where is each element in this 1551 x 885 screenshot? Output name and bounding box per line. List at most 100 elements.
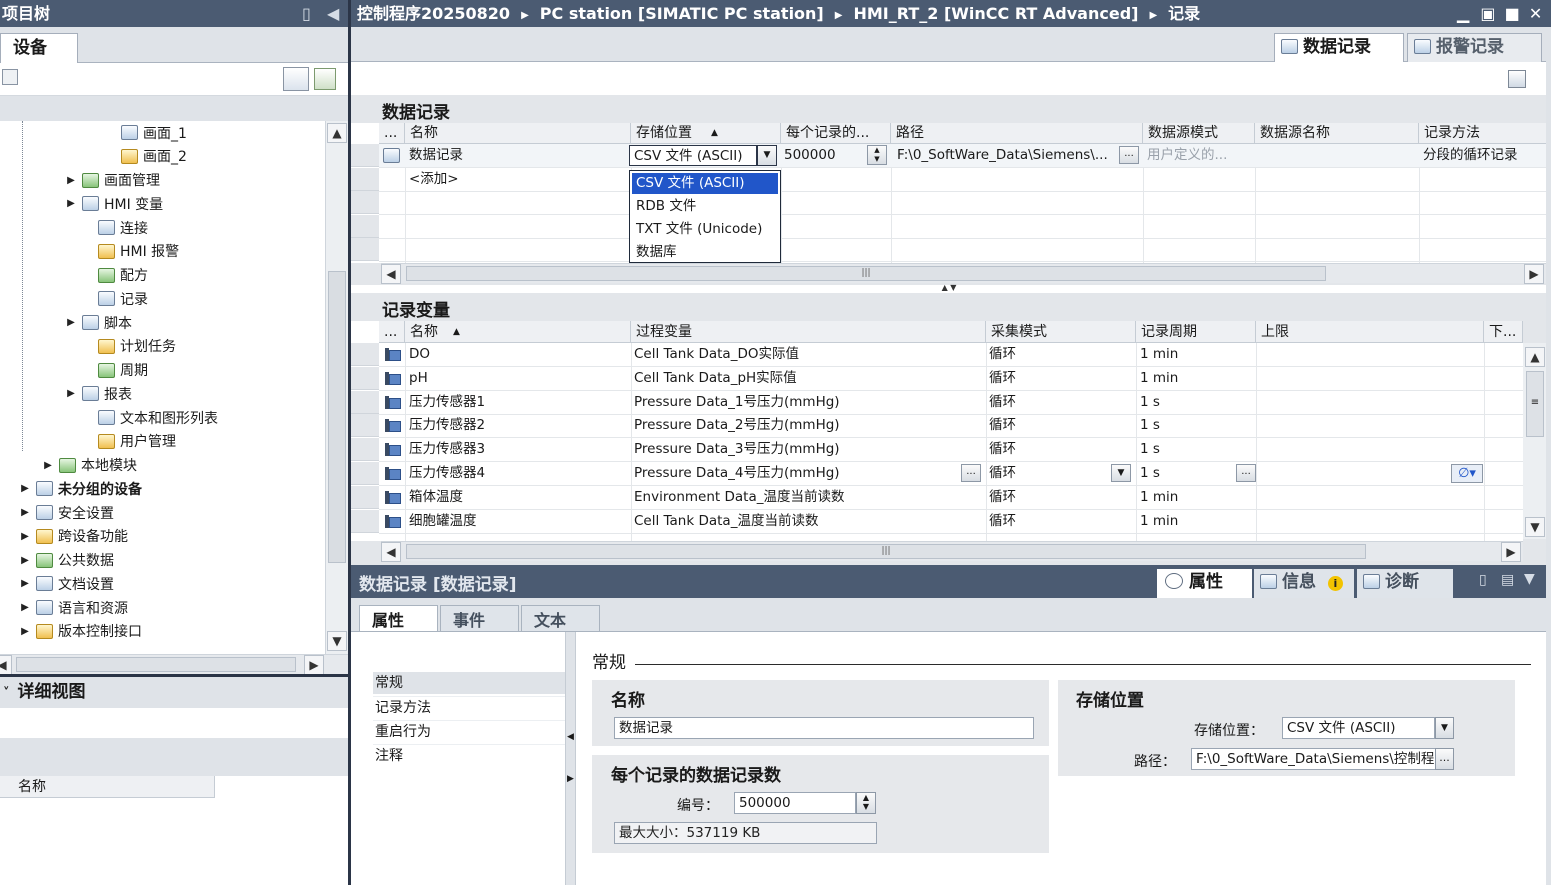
path-cell[interactable]: F:\0_SoftWare_Data\Siemens\... xyxy=(897,144,1109,167)
row-header[interactable] xyxy=(351,390,379,414)
datalog-name-cell[interactable]: 数据记录 xyxy=(409,144,463,167)
tree-item[interactable]: 文本和图形列表 xyxy=(82,406,218,429)
tag-name-cell[interactable]: DO xyxy=(409,343,430,366)
tree-item[interactable]: ▶ 跨设备功能 xyxy=(20,525,128,548)
records-count-cell[interactable]: 500000 xyxy=(784,144,836,167)
row-header[interactable] xyxy=(351,167,379,191)
collapse-left-icon[interactable]: ◀ xyxy=(327,0,339,27)
expand-arrow-icon[interactable]: ▶ xyxy=(66,388,76,399)
process-tag-cell[interactable]: Pressure Data_3号压力(mmHg) xyxy=(634,438,840,461)
column-header[interactable]: 记录周期 xyxy=(1136,321,1256,343)
scroll-left-icon[interactable]: ◀ xyxy=(381,264,401,284)
log-cycle-cell[interactable]: 1 min xyxy=(1140,510,1178,533)
source-mode-cell[interactable]: 用户定义的... xyxy=(1147,144,1227,167)
tree-item[interactable]: ▶ 版本控制接口 xyxy=(20,620,142,643)
expand-arrow-icon[interactable]: ▶ xyxy=(43,460,53,471)
storage-select-chevron-icon[interactable]: ▼ xyxy=(1435,717,1454,739)
column-header[interactable]: 名称 xyxy=(405,123,631,143)
acquisition-mode-cell[interactable]: 循环 xyxy=(989,391,1016,414)
column-header[interactable]: 名称 xyxy=(405,321,631,343)
table-row[interactable]: pH Cell Tank Data_pH实际值 循环 1 min xyxy=(379,367,1523,390)
count-spin-buttons[interactable]: ▲ ▼ xyxy=(867,145,887,165)
tag-name-cell[interactable]: 压力传感器4 xyxy=(409,462,485,485)
row-header[interactable] xyxy=(351,462,379,485)
table-row[interactable]: 细胞罐温度 Cell Tank Data_温度当前读数 循环 1 min xyxy=(379,510,1523,533)
table-row[interactable]: 压力传感器1 Pressure Data_1号压力(mmHg) 循环 1 s xyxy=(379,391,1523,414)
add-row[interactable]: <添加> xyxy=(409,168,459,191)
number-spin-buttons[interactable]: ▲ ▼ xyxy=(856,792,876,814)
process-tag-cell[interactable]: Pressure Data_4号压力(mmHg) xyxy=(634,462,840,485)
tab-data-log[interactable]: 数据记录 xyxy=(1274,33,1404,62)
scroll-up-icon[interactable]: ▲ xyxy=(1525,347,1545,367)
scroll-thumb[interactable]: ||| xyxy=(406,266,1326,281)
tag-name-cell[interactable]: 压力传感器1 xyxy=(409,391,485,414)
expand-nav-icon[interactable]: ▶ xyxy=(567,774,574,784)
datalog-horizontal-scrollbar[interactable]: ◀ ||| ▶ xyxy=(381,263,1547,284)
scroll-right-icon[interactable]: ▶ xyxy=(1501,542,1521,562)
column-header[interactable]: 存储位置 xyxy=(631,123,781,143)
expand-arrow-icon[interactable]: ▶ xyxy=(20,507,30,518)
acquisition-mode-cell[interactable]: 循环 xyxy=(989,343,1016,366)
tag-name-cell[interactable]: 压力传感器3 xyxy=(409,438,485,461)
acquisition-mode-cell[interactable]: 循环 xyxy=(989,462,1016,485)
tree-item[interactable]: ▶ 语言和资源 xyxy=(20,596,128,619)
column-header[interactable]: 数据源模式 xyxy=(1143,123,1255,143)
row-header[interactable] xyxy=(351,366,379,390)
acquisition-mode-cell[interactable]: 循环 xyxy=(989,486,1016,509)
tag-name-cell[interactable]: 箱体温度 xyxy=(409,486,463,509)
column-header[interactable]: 下... xyxy=(1484,321,1523,343)
log-cycle-cell[interactable]: 1 s xyxy=(1140,438,1160,461)
table-row[interactable]: 压力传感器2 Pressure Data_2号压力(mmHg) 循环 1 s xyxy=(379,414,1523,437)
inspector-nav-item[interactable]: 重启行为 xyxy=(373,720,565,742)
row-header[interactable] xyxy=(351,438,379,462)
expand-arrow-icon[interactable]: ▶ xyxy=(20,602,30,613)
tag-name-cell[interactable]: pH xyxy=(409,367,428,390)
acquisition-mode-cell[interactable]: 循环 xyxy=(989,438,1016,461)
column-header[interactable]: 采集模式 xyxy=(986,321,1136,343)
maximize-panel-icon[interactable]: ▤ xyxy=(1501,572,1514,588)
process-tag-cell[interactable]: Cell Tank Data_DO实际值 xyxy=(634,343,799,366)
tree-item[interactable]: 画面_1 xyxy=(105,121,187,144)
table-row[interactable]: 压力传感器3 Pressure Data_3号压力(mmHg) 循环 1 s xyxy=(379,438,1523,461)
table-row[interactable]: 压力传感器4 Pressure Data_4号压力(mmHg) 循环 1 s... ▼.… xyxy=(379,462,1523,485)
scroll-thumb[interactable]: ≡ xyxy=(1526,371,1544,437)
row-header[interactable] xyxy=(351,414,379,438)
expand-arrow-icon[interactable]: ▶ xyxy=(20,626,30,637)
splitter-handle[interactable]: ▲ ▼ xyxy=(911,283,987,292)
minimize-icon[interactable]: ▁ xyxy=(1457,4,1469,23)
scroll-thumb[interactable] xyxy=(16,657,296,672)
table-row[interactable]: 箱体温度 Environment Data_温度当前读数 循环 1 min xyxy=(379,486,1523,509)
expand-arrow-icon[interactable]: ▶ xyxy=(20,531,30,542)
log-cycle-cell[interactable]: 1 min xyxy=(1140,367,1178,390)
scroll-down-icon[interactable]: ▼ xyxy=(1525,517,1545,537)
cycle-browse-button[interactable]: ... xyxy=(1236,464,1256,482)
tree-item[interactable]: ▶ 本地模块 xyxy=(43,454,137,477)
column-header[interactable]: ... xyxy=(379,321,405,343)
log-cycle-cell[interactable]: 1 min xyxy=(1140,486,1178,509)
expand-arrow-icon[interactable]: ▶ xyxy=(20,578,30,589)
row-header[interactable] xyxy=(351,144,379,167)
breadcrumb-item[interactable]: 控制程序20250820 xyxy=(357,4,510,23)
column-header[interactable]: 记录方法 xyxy=(1419,123,1547,143)
breadcrumb-item[interactable]: PC station [SIMATIC PC station] xyxy=(540,4,824,23)
dropdown-option[interactable]: TXT 文件 (Unicode) xyxy=(632,219,778,240)
tab-devices[interactable]: 设备 xyxy=(0,33,78,63)
detail-column-name[interactable]: 名称 xyxy=(0,776,215,798)
tree-item[interactable]: 记录 xyxy=(82,287,148,310)
tree-item[interactable]: ▶ 报表 xyxy=(66,382,132,405)
tree-item[interactable]: 配方 xyxy=(82,264,148,287)
expand-arrow-icon[interactable]: ▶ xyxy=(66,198,76,209)
column-header[interactable]: 数据源名称 xyxy=(1255,123,1419,143)
log-cycle-cell[interactable]: 1 min xyxy=(1140,343,1178,366)
process-tag-cell[interactable]: Pressure Data_2号压力(mmHg) xyxy=(634,414,840,437)
inspector-tab[interactable]: 文本 xyxy=(521,605,600,631)
tree-item[interactable]: ▶ 文档设置 xyxy=(20,572,114,595)
dropdown-option[interactable]: RDB 文件 xyxy=(632,196,778,217)
mode-dropdown-chevron-icon[interactable]: ▼ xyxy=(1111,464,1131,482)
collapse-panel-icon[interactable]: ▼ xyxy=(1524,571,1535,587)
acquisition-mode-cell[interactable]: 循环 xyxy=(989,367,1016,390)
scroll-thumb[interactable] xyxy=(328,271,346,563)
tree-vertical-scrollbar[interactable]: ▲ ▼ xyxy=(325,121,348,654)
overview-icon[interactable] xyxy=(283,67,309,91)
storage-dropdown-chevron-icon[interactable]: ▼ xyxy=(757,145,777,166)
